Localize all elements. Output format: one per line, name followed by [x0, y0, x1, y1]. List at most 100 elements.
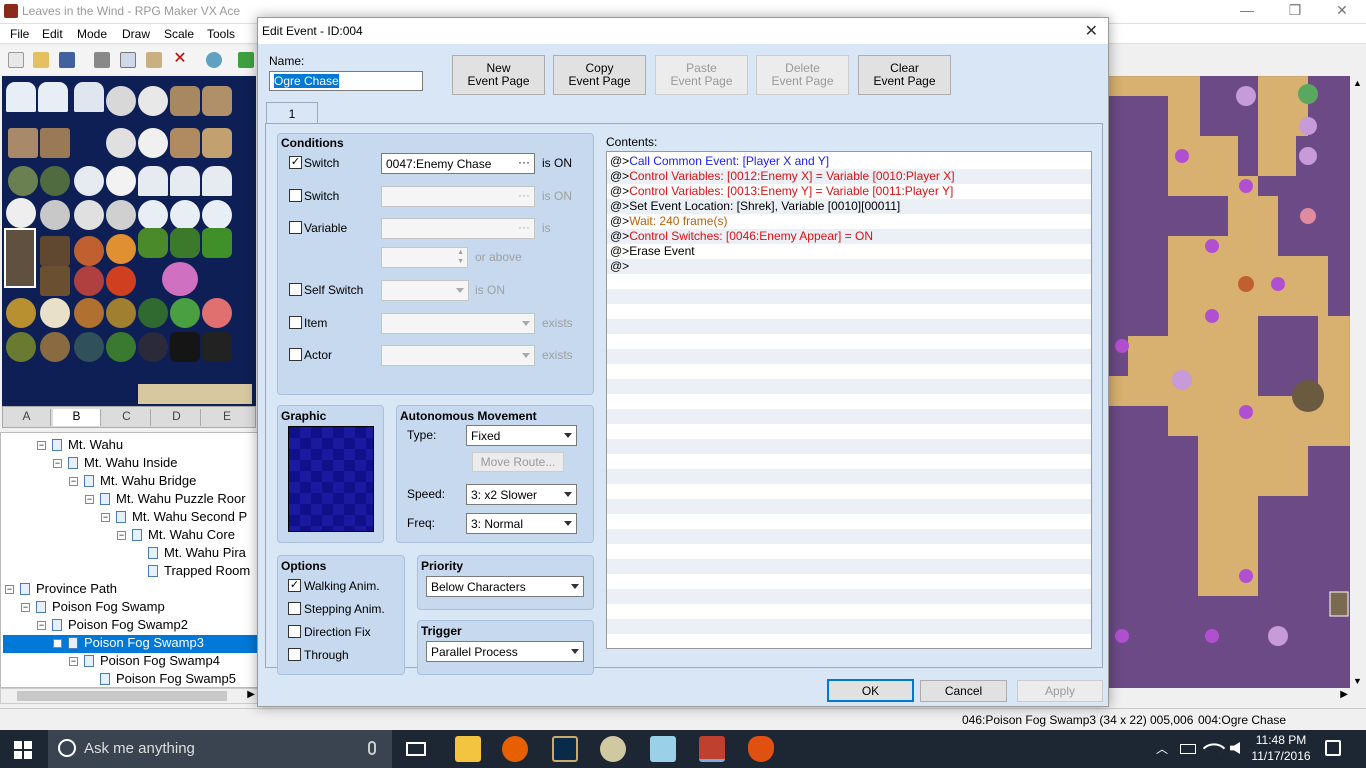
event-command-line[interactable]: [607, 544, 1091, 559]
tree-item[interactable]: Mt. Wahu Pira: [148, 545, 246, 563]
event-command-line[interactable]: @>Control Switches: [0046:Enemy Appear] …: [607, 229, 1091, 244]
notes-icon[interactable]: [650, 736, 676, 762]
paste-event-page-button[interactable]: Paste Event Page: [655, 55, 748, 95]
undo-icon[interactable]: [206, 52, 222, 68]
cortana-search-box[interactable]: Ask me anything: [48, 730, 392, 768]
event-contents-list[interactable]: @>Call Common Event: [Player X and Y] @>C…: [606, 151, 1092, 649]
scroll-right-icon[interactable]: ▶: [247, 689, 255, 700]
event-command-line[interactable]: [607, 529, 1091, 544]
event-command-line[interactable]: @>Control Variables: [0013:Enemy Y] = Va…: [607, 184, 1091, 199]
paste-icon[interactable]: [146, 52, 162, 68]
copy-icon[interactable]: [120, 52, 136, 68]
tab-b[interactable]: B: [53, 409, 101, 426]
copy-event-page-button[interactable]: Copy Event Page: [553, 55, 646, 95]
close-icon[interactable]: ✕: [1085, 21, 1098, 41]
tree-item[interactable]: − Mt. Wahu Bridge: [69, 473, 196, 491]
variable-checkbox[interactable]: [289, 221, 302, 234]
event-command-line[interactable]: [607, 634, 1091, 648]
speed-dropdown[interactable]: 3: x2 Slower: [466, 484, 577, 505]
tree-item[interactable]: − Province Path: [5, 581, 117, 599]
trigger-dropdown[interactable]: Parallel Process: [426, 641, 584, 662]
walking-anim-checkbox[interactable]: ✓: [288, 579, 301, 592]
tree-item[interactable]: − Poison Fog Swamp: [21, 599, 165, 617]
event-command-line[interactable]: [607, 409, 1091, 424]
save-project-icon[interactable]: [59, 52, 75, 68]
paint-icon[interactable]: [600, 736, 626, 762]
clear-event-page-button[interactable]: Clear Event Page: [858, 55, 951, 95]
event-command-line[interactable]: @>: [607, 259, 1091, 274]
cancel-button[interactable]: Cancel: [920, 680, 1007, 702]
switch1-selector[interactable]: 0047:Enemy Chase ···: [381, 153, 535, 174]
tree-item[interactable]: − Mt. Wahu Second P: [101, 509, 247, 527]
event-command-line[interactable]: @>Erase Event: [607, 244, 1091, 259]
map-canvas[interactable]: [1108, 76, 1350, 688]
move-route-button[interactable]: Move Route...: [472, 452, 564, 472]
tileset-palette[interactable]: [2, 76, 256, 406]
menu-draw[interactable]: Draw: [122, 27, 150, 41]
switch2-checkbox[interactable]: [289, 189, 302, 202]
event-command-line[interactable]: [607, 604, 1091, 619]
wifi-icon[interactable]: [1202, 736, 1226, 760]
event-command-line[interactable]: [607, 364, 1091, 379]
event-command-line[interactable]: [607, 484, 1091, 499]
page-tab-1[interactable]: 1: [266, 102, 318, 124]
tab-a[interactable]: A: [3, 409, 51, 426]
ellipsis-icon[interactable]: ···: [518, 188, 530, 202]
event-command-line[interactable]: [607, 319, 1091, 334]
apply-button[interactable]: Apply: [1017, 680, 1103, 702]
league-client-icon[interactable]: [552, 736, 578, 762]
graphic-preview[interactable]: [288, 426, 374, 532]
priority-dropdown[interactable]: Below Characters: [426, 576, 584, 597]
direction-fix-checkbox[interactable]: [288, 625, 301, 638]
delete-icon[interactable]: ✕: [172, 51, 188, 68]
tree-item[interactable]: − Poison Fog Swamp2: [37, 617, 188, 635]
action-center-icon[interactable]: [1325, 740, 1341, 756]
microphone-icon[interactable]: [368, 741, 376, 755]
tree-item-selected[interactable]: − Poison Fog Swamp3: [3, 635, 257, 653]
event-command-line[interactable]: @>Set Event Location: [Shrek], Variable …: [607, 199, 1091, 214]
through-checkbox[interactable]: [288, 648, 301, 661]
close-window-icon[interactable]: ✕: [1327, 2, 1357, 19]
event-command-line[interactable]: [607, 469, 1091, 484]
event-command-line[interactable]: [607, 394, 1091, 409]
rpg-maker-taskbar-icon[interactable]: [699, 736, 725, 762]
delete-event-page-button[interactable]: Delete Event Page: [756, 55, 849, 95]
menu-edit[interactable]: Edit: [42, 27, 63, 41]
tree-item[interactable]: − Poison Fog Swamp4: [69, 653, 220, 671]
firefox-icon[interactable]: [502, 736, 528, 762]
type-dropdown[interactable]: Fixed: [466, 425, 577, 446]
event-command-line[interactable]: [607, 574, 1091, 589]
event-command-line[interactable]: @>Call Common Event: [Player X and Y]: [607, 154, 1091, 169]
tab-c[interactable]: C: [103, 409, 151, 426]
switch2-selector[interactable]: ···: [381, 186, 535, 207]
game-flame-icon[interactable]: [748, 736, 774, 762]
menu-scale[interactable]: Scale: [164, 27, 194, 41]
menu-file[interactable]: File: [10, 27, 29, 41]
event-command-line[interactable]: [607, 334, 1091, 349]
item-dropdown[interactable]: [381, 313, 535, 334]
volume-icon[interactable]: [1230, 742, 1240, 754]
show-hidden-icons[interactable]: ︿: [1156, 740, 1168, 757]
new-project-icon[interactable]: [8, 52, 24, 68]
tab-d[interactable]: D: [153, 409, 201, 426]
event-command-line[interactable]: [607, 559, 1091, 574]
event-command-line[interactable]: [607, 304, 1091, 319]
event-command-line[interactable]: [607, 379, 1091, 394]
event-command-line[interactable]: [607, 349, 1091, 364]
self-switch-checkbox[interactable]: [289, 283, 302, 296]
windows-start-icon[interactable]: [14, 741, 32, 759]
stepping-anim-checkbox[interactable]: [288, 602, 301, 615]
event-command-line[interactable]: [607, 274, 1091, 289]
tree-item[interactable]: − Mt. Wahu Core: [117, 527, 235, 545]
actor-dropdown[interactable]: [381, 345, 535, 366]
event-command-line[interactable]: [607, 514, 1091, 529]
freq-dropdown[interactable]: 3: Normal: [466, 513, 577, 534]
tab-e[interactable]: E: [203, 409, 251, 426]
ellipsis-icon[interactable]: ···: [518, 155, 530, 169]
event-command-line[interactable]: [607, 499, 1091, 514]
event-command-line[interactable]: [607, 589, 1091, 604]
map-vertical-scrollbar[interactable]: ▲ ▼: [1350, 76, 1366, 688]
open-project-icon[interactable]: [33, 52, 49, 68]
map-layer-icon[interactable]: [238, 52, 254, 68]
menu-mode[interactable]: Mode: [77, 27, 107, 41]
